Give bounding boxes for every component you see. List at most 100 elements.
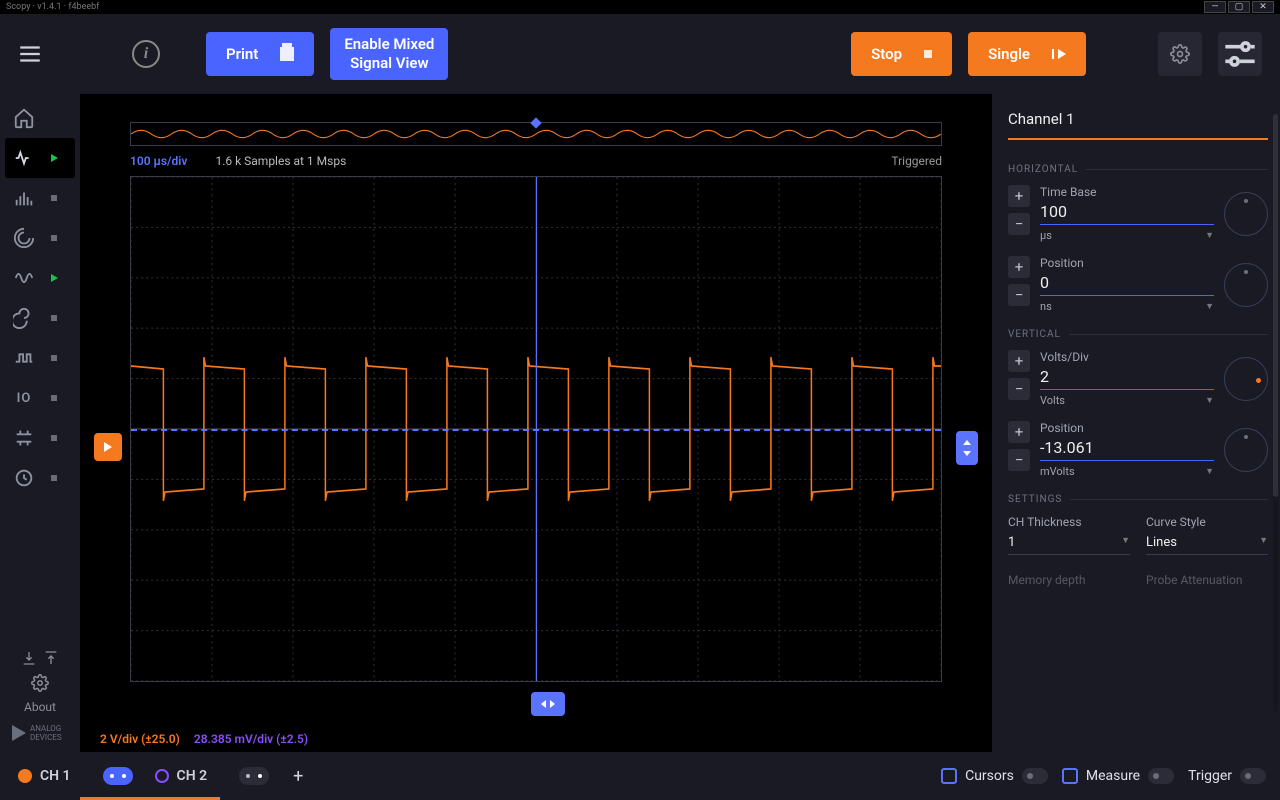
sidebar-save-load[interactable] — [21, 650, 59, 666]
voltsdiv-control: +− Volts/Div 2 Volts▼ — [1008, 350, 1268, 407]
info-icon[interactable]: i — [132, 40, 160, 68]
voltsdiv-value-input[interactable]: 2 — [1040, 366, 1214, 390]
window-minimize-button[interactable]: — — [1204, 1, 1226, 13]
bottom-bar: CH 1 CH 2 + Cursors Measure Trigger — [0, 752, 1280, 800]
sliders-icon — [1218, 32, 1262, 76]
hposition-knob[interactable] — [1224, 263, 1268, 307]
enable-mixed-signal-button[interactable]: Enable Mixed Signal View — [330, 28, 448, 80]
network-analyzer-icon — [13, 227, 35, 249]
sidebar-item-io[interactable]: IO — [5, 378, 75, 418]
sidebar-item-spectrum[interactable] — [5, 178, 75, 218]
window-title: Scopy · v1.4.1 · f4beebf — [6, 2, 99, 12]
thickness-select[interactable]: 1▼ — [1008, 535, 1130, 555]
vposition-unit-select[interactable]: mVolts▼ — [1040, 465, 1214, 478]
power-supply-icon — [13, 467, 35, 489]
vposition-plus-button[interactable]: + — [1008, 421, 1030, 443]
hposition-value-input[interactable]: 0 — [1040, 272, 1214, 296]
sidebar-preferences[interactable] — [31, 674, 49, 692]
vposition-value-input[interactable]: -13.061 — [1040, 437, 1214, 461]
settings-button[interactable] — [1158, 32, 1202, 76]
stop-button[interactable]: Stop — [851, 32, 952, 76]
sidebar-item-logic[interactable] — [5, 298, 75, 338]
timebase-control: +− Time Base 100 µs▼ — [1008, 185, 1268, 242]
add-channel-button[interactable]: + — [293, 766, 303, 787]
channel1-offset-handle[interactable] — [94, 433, 122, 461]
curve-style-select[interactable]: Lines▼ — [1146, 535, 1268, 555]
ch1-scale-label: 2 V/div (±25.0) — [100, 732, 180, 746]
channel1-selector[interactable]: CH 1 — [14, 765, 137, 787]
single-button[interactable]: Single — [968, 32, 1086, 76]
hposition-control: +− Position 0 ns▼ — [1008, 256, 1268, 313]
sidebar-about[interactable]: About — [24, 700, 56, 714]
timebase-knob[interactable] — [1224, 192, 1268, 236]
sidebar-item-home[interactable] — [5, 98, 75, 138]
oscilloscope-icon — [13, 147, 35, 169]
upload-icon — [43, 650, 59, 666]
hamburger-icon — [17, 41, 43, 67]
panel-scrollbar[interactable] — [1273, 114, 1278, 712]
hposition-minus-button[interactable]: − — [1008, 284, 1030, 306]
voltsdiv-plus-button[interactable]: + — [1008, 350, 1030, 372]
window-maximize-button[interactable]: ▢ — [1228, 1, 1250, 13]
level-cursor[interactable] — [131, 429, 941, 431]
window-close-button[interactable]: ✕ — [1252, 1, 1274, 13]
trigger-status: Triggered — [891, 154, 942, 168]
spiral-icon — [13, 307, 35, 329]
section-settings: SETTINGS — [1008, 494, 1268, 505]
overview-strip[interactable] — [130, 122, 942, 146]
sidebar-item-pattern[interactable] — [5, 338, 75, 378]
ch2-toggle[interactable] — [239, 767, 269, 785]
timebase-minus-button[interactable]: − — [1008, 213, 1030, 235]
voltsdiv-knob[interactable] — [1224, 357, 1268, 401]
channel-scale-labels: 2 V/div (±25.0) 28.385 mV/div (±2.5) — [100, 732, 308, 746]
measure-settings-toggle[interactable] — [1148, 768, 1174, 784]
voltsdiv-unit-select[interactable]: Volts▼ — [1040, 394, 1214, 407]
hposition-unit-select[interactable]: ns▼ — [1040, 300, 1214, 313]
channel2-selector[interactable]: CH 2 — [151, 765, 274, 787]
analog-devices-logo: ANALOG DEVICES — [8, 722, 72, 744]
ch1-color-dot — [18, 769, 32, 783]
top-toolbar: i Print Enable Mixed Signal View Stop Si… — [0, 14, 1280, 94]
sidebar-item-voltmeter[interactable] — [5, 418, 75, 458]
stop-button-label: Stop — [871, 45, 902, 63]
single-step-icon — [1052, 49, 1066, 59]
trigger-settings-toggle[interactable] — [1240, 768, 1266, 784]
download-icon — [21, 650, 37, 666]
checkbox-icon — [1062, 768, 1078, 784]
sidebar-item-oscilloscope[interactable] — [5, 138, 75, 178]
horizontal-cursor-handle[interactable] — [531, 692, 565, 716]
timebase-plus-button[interactable]: + — [1008, 185, 1030, 207]
stop-indicator-icon — [51, 195, 57, 201]
vposition-control: +− Position -13.061 mVolts▼ — [1008, 421, 1268, 478]
cursors-settings-toggle[interactable] — [1022, 768, 1048, 784]
vposition-minus-button[interactable]: − — [1008, 449, 1030, 471]
hposition-plus-button[interactable]: + — [1008, 256, 1030, 278]
timebase-value-input[interactable]: 100 — [1040, 201, 1214, 225]
oscilloscope-plot[interactable] — [130, 176, 942, 682]
sidebar-item-power[interactable] — [5, 458, 75, 498]
window-titlebar: Scopy · v1.4.1 · f4beebf — ▢ ✕ — [0, 0, 1280, 14]
cursors-toggle[interactable]: Cursors — [941, 768, 1048, 784]
plot-area: 100 µs/div 1.6 k Samples at 1 Msps Trigg… — [80, 94, 992, 752]
printer-icon — [280, 47, 294, 61]
panel-toggle-button[interactable] — [1218, 32, 1262, 76]
ch1-toggle[interactable] — [103, 767, 133, 785]
section-horizontal: HORIZONTAL — [1008, 164, 1268, 175]
measure-toggle[interactable]: Measure — [1062, 768, 1174, 784]
vposition-knob[interactable] — [1224, 428, 1268, 472]
vertical-cursor-handle[interactable] — [956, 431, 978, 465]
voltmeter-icon — [13, 427, 35, 449]
print-button[interactable]: Print — [206, 32, 314, 76]
trigger-button[interactable]: Trigger — [1188, 768, 1266, 784]
gear-icon — [31, 674, 49, 692]
section-vertical: VERTICAL — [1008, 329, 1268, 340]
sidebar-item-network[interactable] — [5, 218, 75, 258]
print-button-label: Print — [226, 45, 258, 63]
voltsdiv-minus-button[interactable]: − — [1008, 378, 1030, 400]
ch2-color-dot — [155, 769, 169, 783]
sidebar-item-siggen[interactable] — [5, 258, 75, 298]
timebase-unit-select[interactable]: µs▼ — [1040, 229, 1214, 242]
signal-generator-icon — [13, 267, 35, 289]
menu-button[interactable] — [0, 14, 60, 94]
sample-info: 1.6 k Samples at 1 Msps — [215, 154, 346, 168]
